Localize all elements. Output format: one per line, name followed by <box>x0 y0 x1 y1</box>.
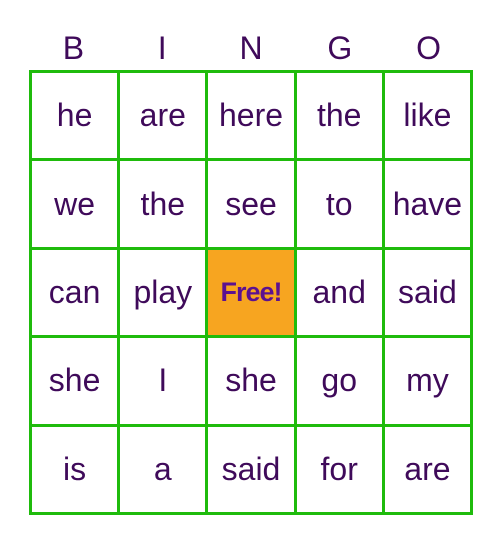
bingo-cell[interactable]: the <box>296 73 382 159</box>
bingo-cell[interactable]: here <box>208 73 294 159</box>
bingo-cell[interactable]: are <box>120 73 206 159</box>
bingo-cell[interactable]: and <box>296 249 382 336</box>
bingo-cell[interactable]: see <box>208 161 294 247</box>
bingo-cell[interactable]: said <box>208 426 294 512</box>
bingo-cell[interactable]: my <box>384 338 470 424</box>
bingo-cell[interactable]: said <box>384 249 470 336</box>
bingo-cell[interactable]: for <box>296 426 382 512</box>
header-letter-g: G <box>327 30 353 66</box>
bingo-cell[interactable]: I <box>120 338 206 424</box>
bingo-cell[interactable]: go <box>296 338 382 424</box>
header-letter-o: O <box>416 30 442 66</box>
bingo-cell[interactable]: we <box>32 161 118 247</box>
bingo-cell[interactable]: the <box>120 161 206 247</box>
bingo-cell[interactable]: like <box>384 73 470 159</box>
bingo-cell[interactable]: have <box>384 161 470 247</box>
bingo-card-grid: he are here the like we the see to have can play Fre… <box>29 70 473 515</box>
bingo-cell[interactable]: a <box>120 426 206 512</box>
bingo-cell[interactable]: to <box>296 161 382 247</box>
bingo-cell[interactable]: can <box>32 249 118 336</box>
header-letter-b: B <box>62 30 85 66</box>
bingo-cell[interactable]: is <box>32 426 118 512</box>
bingo-cell[interactable]: he <box>32 73 118 159</box>
bingo-cell[interactable]: play <box>120 249 206 336</box>
bingo-header: B I N G O <box>29 26 473 70</box>
bingo-cell[interactable]: she <box>208 338 294 424</box>
bingo-cell[interactable]: she <box>32 338 118 424</box>
header-letter-n: N <box>239 30 263 66</box>
header-letter-i: I <box>157 30 167 66</box>
free-space-cell[interactable]: Free! <box>208 249 294 336</box>
bingo-cell[interactable]: are <box>384 426 470 512</box>
